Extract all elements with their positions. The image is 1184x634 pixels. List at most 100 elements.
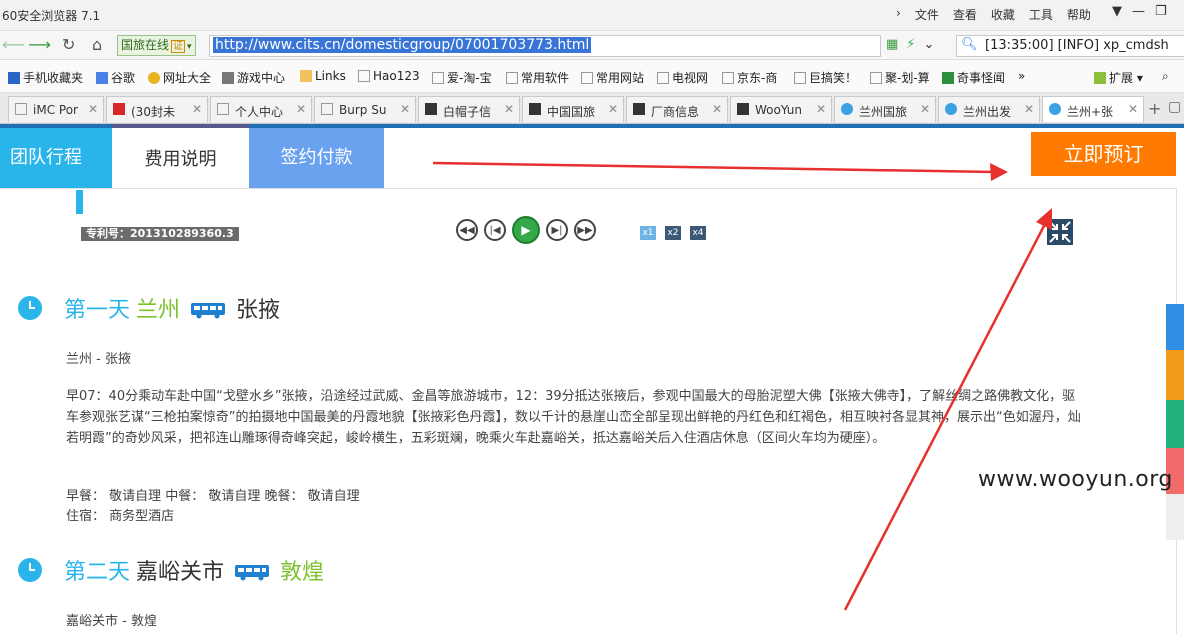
restore-icon[interactable]: ❐	[1155, 4, 1167, 19]
oddity-icon	[942, 72, 954, 84]
close-icon[interactable]: ✕	[1024, 102, 1034, 116]
url-text: http://www.cits.cn/domesticgroup/0700170…	[213, 37, 592, 53]
collapse-icon[interactable]	[1047, 219, 1073, 245]
title-bar: 60安全浏览器 7.1 › 文件 查看 收藏 工具 帮助 ▼ — ❐	[0, 0, 1184, 31]
tab-lanzhou-zhangye[interactable]: 兰州+张 ✕	[1042, 96, 1144, 122]
side-like-button[interactable]	[1166, 350, 1184, 400]
back-icon[interactable]: ⟵	[2, 35, 25, 54]
extensions-button[interactable]: 扩展 ▾	[1094, 69, 1143, 86]
tab-vendor[interactable]: 厂商信息 ✕	[626, 96, 728, 122]
tab-burp[interactable]: Burp Su ✕	[314, 96, 416, 122]
fast-forward-icon[interactable]: ▶▶	[574, 219, 596, 241]
close-icon[interactable]: ✕	[504, 102, 514, 116]
bookmark-sites[interactable]: 网址大全	[148, 69, 211, 86]
side-qr-button[interactable]	[1166, 304, 1184, 350]
playback-controls: ◀◀ |◀ ▶ ▶| ▶▶	[456, 216, 596, 244]
menu-file[interactable]: 文件	[915, 6, 939, 23]
menu-help[interactable]: 帮助	[1067, 6, 1091, 23]
day-1-from: 兰州	[136, 298, 181, 323]
page-icon	[722, 72, 734, 84]
bookmark-tv[interactable]: 电视网	[657, 69, 708, 86]
close-icon[interactable]: ✕	[816, 102, 826, 116]
grid-icon	[1094, 72, 1106, 84]
play-icon[interactable]: ▶	[512, 216, 540, 244]
search-input[interactable]: 🔍︎ [13:35:00] [INFO] xp_cmdsh	[956, 35, 1184, 57]
tab-list-icon[interactable]: ▢	[1168, 99, 1181, 115]
bookmark-jd[interactable]: 京东-商	[722, 69, 777, 86]
tab-profile[interactable]: 个人中心 ✕	[210, 96, 312, 122]
speed-x2[interactable]: x2	[665, 226, 681, 240]
close-icon[interactable]: ✕	[88, 102, 98, 116]
menu-tools[interactable]: 工具	[1029, 6, 1053, 23]
home-icon[interactable]: ⌂	[92, 35, 102, 54]
bookmarks-more-button[interactable]: »	[1018, 69, 1025, 83]
day-2-from: 嘉峪关市	[136, 560, 225, 585]
tab-whitehat[interactable]: 白帽子信 ✕	[418, 96, 520, 122]
chevron-down-icon[interactable]: ⌄	[923, 37, 934, 52]
wooyun-icon	[737, 103, 749, 115]
minimize-icon[interactable]: —	[1132, 4, 1145, 19]
bookmark-oddities[interactable]: 奇事怪闻	[942, 69, 1005, 86]
bookmark-software[interactable]: 常用软件	[506, 69, 569, 86]
tab-lanzhou-depart[interactable]: 兰州出发 ✕	[938, 96, 1040, 122]
tab-imc[interactable]: iMC Por ✕	[8, 96, 104, 122]
tab-fees[interactable]: 费用说明	[112, 124, 249, 192]
search-icon[interactable]: ⌕	[1162, 69, 1169, 84]
qrcode-icon[interactable]: ▦	[886, 37, 898, 52]
side-service-button[interactable]	[1166, 494, 1184, 540]
caret-down-icon: ▾	[187, 42, 192, 52]
next-icon[interactable]: ▶|	[546, 219, 568, 241]
tab-cits[interactable]: 中国国旅 ✕	[522, 96, 624, 122]
watermark: www.wooyun.org	[978, 467, 1173, 492]
shirt-icon[interactable]: ▼	[1112, 4, 1122, 19]
bookmark-games[interactable]: 游戏中心	[222, 69, 285, 86]
speed-x4[interactable]: x4	[690, 226, 706, 240]
day-2-title: 第二天 嘉峪关市 敦煌	[64, 554, 324, 586]
day-1-title: 第一天 兰州 张掖	[64, 292, 280, 324]
menu-view[interactable]: 查看	[953, 6, 977, 23]
forward-icon[interactable]: ⟶	[28, 35, 51, 54]
url-input[interactable]: http://www.cits.cn/domesticgroup/0700170…	[209, 35, 881, 57]
close-icon[interactable]: ✕	[192, 102, 202, 116]
day-1-description: 早07：40分乘动车赴中国“戈壁水乡”张掖，沿途经过武威、金昌等旅游城市，12：…	[66, 389, 1081, 446]
day-1-label: 第一天	[64, 298, 131, 323]
close-icon[interactable]: ✕	[296, 102, 306, 116]
chevron-right-icon[interactable]: ›	[896, 6, 901, 23]
previous-icon[interactable]: |◀	[484, 219, 506, 241]
page-icon	[506, 72, 518, 84]
side-feedback-button[interactable]	[1166, 400, 1184, 448]
bookmark-mobile[interactable]: 手机收藏夹	[8, 69, 83, 86]
site-badge[interactable]: 国旅在线证 ▾	[117, 35, 196, 56]
bookmark-juhuasuan[interactable]: 聚-划-算	[870, 69, 930, 86]
tab-contract-payment[interactable]: 签约付款	[249, 128, 384, 188]
page-icon	[581, 72, 593, 84]
speed-x1[interactable]: x1	[640, 226, 656, 240]
lightning-icon[interactable]: ⚡	[906, 37, 915, 52]
bookmark-funny[interactable]: 巨搞笑！	[794, 69, 857, 86]
google-icon	[96, 72, 108, 84]
day-1-meals: 早餐： 敬请自理 中餐： 敬请自理 晚餐： 敬请自理	[66, 489, 360, 504]
bus-icon	[191, 303, 226, 319]
bookmark-taobao[interactable]: 爱-淘-宝	[432, 69, 492, 86]
tab-itinerary[interactable]: 团队行程	[0, 128, 112, 188]
menu-favorites[interactable]: 收藏	[991, 6, 1015, 23]
close-icon[interactable]: ✕	[712, 102, 722, 116]
tab-wooyun[interactable]: WooYun ✕	[730, 96, 832, 122]
book-now-button[interactable]: 立即预订	[1031, 132, 1176, 176]
bookmark-links[interactable]: Links	[300, 69, 346, 83]
tab-strip: iMC Por ✕ (30封未 ✕ 个人中心 ✕ Burp Su ✕ 白帽子信 ✕ 中国国…	[0, 93, 1184, 124]
close-icon[interactable]: ✕	[920, 102, 930, 116]
bookmark-websites[interactable]: 常用网站	[581, 69, 644, 86]
close-icon[interactable]: ✕	[400, 102, 410, 116]
tab-lanzhou-cits[interactable]: 兰州国旅 ✕	[834, 96, 936, 122]
bookmark-google[interactable]: 谷歌	[96, 69, 135, 86]
close-icon[interactable]: ✕	[608, 102, 618, 116]
new-tab-button[interactable]: +	[1148, 99, 1161, 118]
gamepad-icon	[222, 72, 234, 84]
close-icon[interactable]: ✕	[1128, 102, 1138, 116]
bookmark-hao123[interactable]: Hao123	[358, 69, 420, 83]
rewind-icon[interactable]: ◀◀	[456, 219, 478, 241]
timeline-marker[interactable]	[76, 190, 83, 214]
refresh-icon[interactable]: ↻	[62, 35, 75, 54]
tab-mail[interactable]: (30封未 ✕	[106, 96, 208, 122]
